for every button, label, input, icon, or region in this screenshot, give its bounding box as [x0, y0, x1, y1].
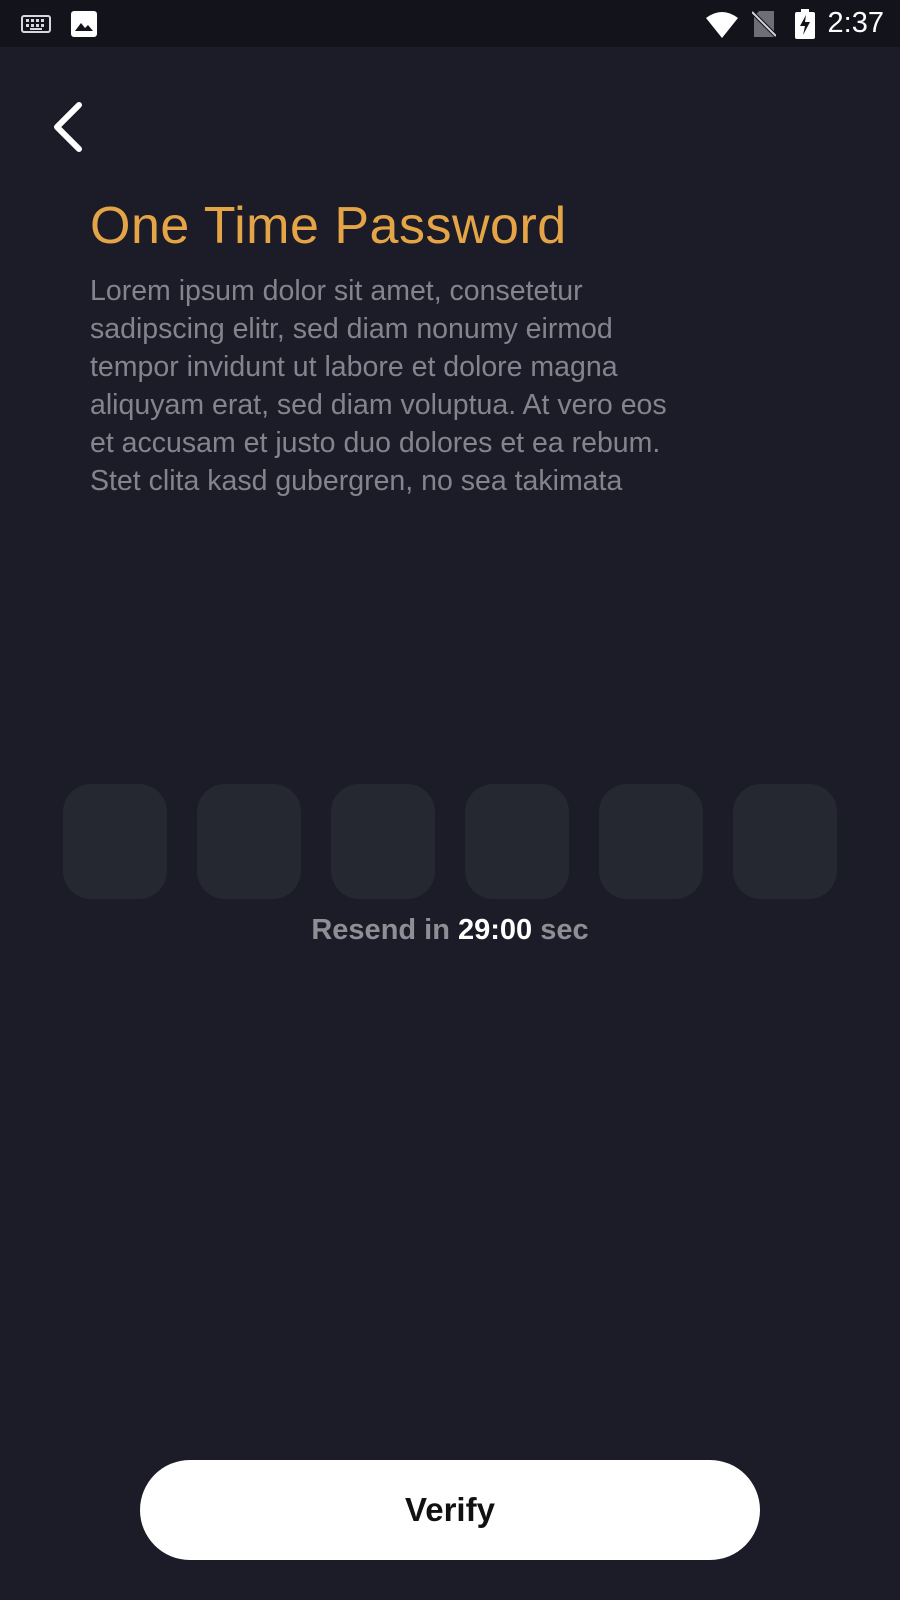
resend-suffix: sec — [540, 914, 589, 946]
otp-digit-2[interactable] — [197, 784, 301, 899]
verify-button[interactable]: Verify — [140, 1460, 760, 1560]
wifi-icon — [704, 0, 740, 47]
otp-input-row — [63, 784, 838, 899]
page-title: One Time Password — [90, 197, 567, 255]
back-button[interactable] — [38, 92, 98, 166]
otp-digit-3[interactable] — [331, 784, 435, 899]
otp-screen: 2:37 One Time Password Lorem ipsum dolor… — [0, 0, 900, 1600]
battery-charging-icon — [794, 0, 816, 47]
otp-digit-1[interactable] — [63, 784, 167, 899]
otp-digit-6[interactable] — [733, 784, 837, 899]
keyboard-icon — [20, 0, 52, 47]
resend-timer: 29:00 — [458, 914, 533, 946]
image-icon — [70, 0, 98, 47]
description-text: Lorem ipsum dolor sit amet, consetetur s… — [90, 275, 667, 497]
resend-countdown: Resend in 29:00 sec — [0, 914, 900, 947]
otp-digit-5[interactable] — [599, 784, 703, 899]
status-bar: 2:37 — [0, 0, 900, 47]
chevron-left-icon — [51, 101, 85, 158]
no-sim-icon — [750, 0, 778, 47]
status-time: 2:37 — [827, 7, 884, 39]
description-container: Lorem ipsum dolor sit amet, consetetur s… — [90, 272, 670, 534]
otp-digit-4[interactable] — [465, 784, 569, 899]
resend-prefix: Resend in — [311, 914, 450, 946]
